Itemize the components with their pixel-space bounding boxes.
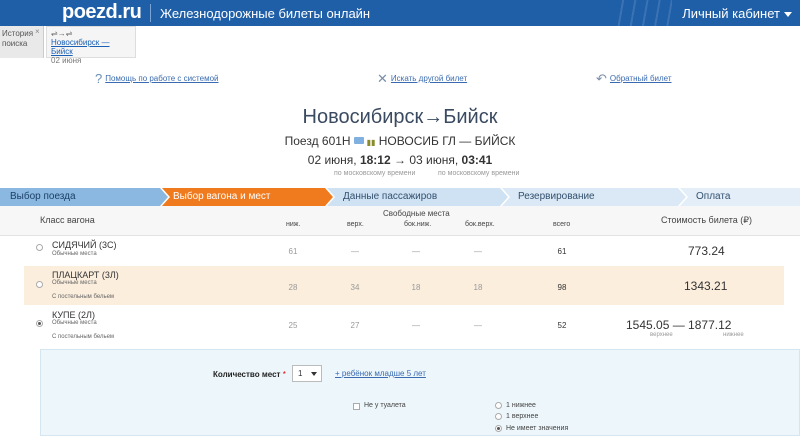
seats-total: 52	[557, 321, 567, 330]
seats-upper: 34	[350, 283, 360, 292]
train-number: Поезд 601Н	[284, 134, 351, 148]
ticket-price-range: 1545.05 — 1877.12	[626, 318, 732, 332]
page-title: Новосибирск→Бийск	[302, 106, 498, 128]
seats-total: 98	[557, 283, 567, 292]
car-class-extra: С постельным бельем	[52, 334, 115, 340]
not-toilet-label: Не у туалета	[364, 402, 406, 409]
ticket-price: 773.24	[688, 244, 725, 258]
col-lower: ниж.	[286, 221, 301, 228]
help-link-label: Помощь по работе с системой	[105, 74, 219, 83]
cross-icon: ✕	[377, 71, 388, 86]
departure-timezone-note: по московскому времени	[334, 170, 416, 177]
seats-upper: 27	[350, 321, 360, 330]
car-class-name: КУПЕ (2Л)	[52, 310, 95, 320]
seat-option-lower-label: 1 нижнее	[506, 402, 536, 409]
return-ticket-label: Обратный билет	[609, 74, 672, 83]
departure-time: 18:12	[359, 153, 391, 167]
not-toilet-checkbox[interactable]	[353, 403, 360, 410]
history-route-link[interactable]: Новосибирск — Бийск	[51, 38, 131, 56]
price-caption-upper: верхнее	[650, 332, 673, 338]
tagline: Железнодорожные билеты онлайн	[160, 6, 371, 21]
departure-date: 02 июня,	[307, 153, 357, 167]
chart-bars-icon: ▮▮	[366, 138, 376, 147]
travel-times: 02 июня, 18:12 → 03 июня, 03:41	[0, 153, 800, 167]
seats-side-upper: 18	[473, 283, 483, 292]
car-class-name: ПЛАЦКАРТ (3Л)	[52, 270, 119, 280]
decorative-stripes	[612, 0, 672, 26]
close-icon[interactable]: ×	[35, 27, 40, 36]
car-class-radio[interactable]	[36, 320, 43, 327]
booking-steps: Выбор поезда Выбор вагона и мест Данные …	[0, 188, 800, 206]
return-arrow-icon: ↶	[596, 71, 607, 86]
question-icon: ?	[95, 71, 103, 86]
seats-side-upper: —	[474, 321, 482, 330]
add-child-link[interactable]: + ребёнок младше 5 лет	[335, 369, 426, 378]
seats-lower: 28	[288, 283, 298, 292]
arrival-timezone-note: по московскому времени	[438, 170, 520, 177]
quantity-value: 1	[298, 369, 303, 378]
history-date: 02 июня	[51, 56, 82, 65]
car-class-radio[interactable]	[36, 244, 43, 251]
seats-lower: 25	[288, 321, 298, 330]
arrow-icon: →	[394, 153, 406, 167]
ticket-price: 1343.21	[684, 279, 728, 293]
top-bar: poezd.ru Железнодорожные билеты онлайн Л…	[0, 0, 800, 26]
car-class-radio[interactable]	[36, 281, 43, 288]
seats-side-lower: —	[412, 321, 420, 330]
car-class-sub: Обычные места	[52, 280, 97, 286]
col-upper: верх.	[347, 221, 364, 228]
car-class-extra: С постельным бельем	[52, 294, 115, 300]
logo-divider	[150, 4, 151, 22]
search-other-link[interactable]: ✕ Искать другой билет	[377, 71, 467, 87]
col-free-seats: Свободные места	[383, 209, 450, 218]
seats-total: 61	[557, 247, 567, 256]
step-select-car[interactable]: Выбор вагона и мест	[163, 188, 270, 206]
seat-option-radio-any[interactable]	[495, 425, 502, 432]
help-link[interactable]: ? Помощь по работе с системой	[95, 71, 219, 86]
logo[interactable]: poezd.ru	[62, 1, 142, 24]
car-class-name: СИДЯЧИЙ (3С)	[52, 240, 117, 250]
seat-option-upper-label: 1 верхнее	[506, 413, 539, 420]
quantity-label: Количество мест *	[213, 370, 286, 379]
personal-cabinet-button[interactable]: Личный кабинет	[682, 6, 792, 21]
price-caption-lower: нижнее	[723, 332, 744, 338]
col-total: всего	[553, 221, 571, 228]
step-select-train[interactable]: Выбор поезда	[0, 188, 76, 206]
return-ticket-link[interactable]: ↶ Обратный билет	[596, 71, 672, 87]
col-price: Стоимость билета (₽)	[661, 215, 752, 225]
arrival-date: 03 июня,	[409, 153, 459, 167]
seats-side-upper: —	[474, 247, 482, 256]
quantity-label-text: Количество мест	[213, 370, 281, 379]
car-class-sub: Обычные места	[52, 320, 97, 326]
quantity-select[interactable]: 1	[292, 365, 322, 382]
col-side-lower: бок.ниж.	[404, 221, 432, 228]
history-label-line2: поиска	[2, 39, 28, 48]
chevron-down-icon	[311, 372, 317, 376]
train-tag-icon	[353, 137, 364, 144]
seat-selection-panel	[40, 349, 800, 436]
seat-option-any-label: Не имеет значения	[506, 425, 569, 432]
col-side-upper: бок.верх.	[465, 221, 495, 228]
chevron-down-icon	[784, 12, 792, 18]
train-stations: НОВОСИБ ГЛ — БИЙСК	[378, 134, 516, 148]
seats-side-lower: —	[412, 247, 420, 256]
search-other-label: Искать другой билет	[390, 74, 468, 83]
train-swap-icon: ⇌→⇌	[51, 29, 73, 38]
personal-cabinet-label: Личный кабинет	[682, 6, 780, 21]
step-payment: Оплата	[696, 191, 731, 202]
col-car-class: Класс вагона	[40, 215, 95, 225]
seat-option-radio-upper[interactable]	[495, 413, 502, 420]
seat-option-radio-lower[interactable]	[495, 402, 502, 409]
required-mark: *	[282, 370, 286, 379]
car-class-sub: Обычные места	[52, 251, 97, 257]
step-passengers: Данные пассажиров	[343, 191, 438, 202]
train-info: Поезд 601Н ▮▮ НОВОСИБ ГЛ — БИЙСК	[0, 134, 800, 148]
seats-upper: —	[351, 247, 359, 256]
history-item[interactable]: ⇌→⇌ Новосибирск — Бийск 02 июня	[46, 26, 136, 65]
seats-lower: 61	[288, 247, 298, 256]
seats-side-lower: 18	[411, 283, 421, 292]
arrival-time: 03:41	[461, 153, 493, 167]
step-reservation: Резервирование	[518, 191, 595, 202]
